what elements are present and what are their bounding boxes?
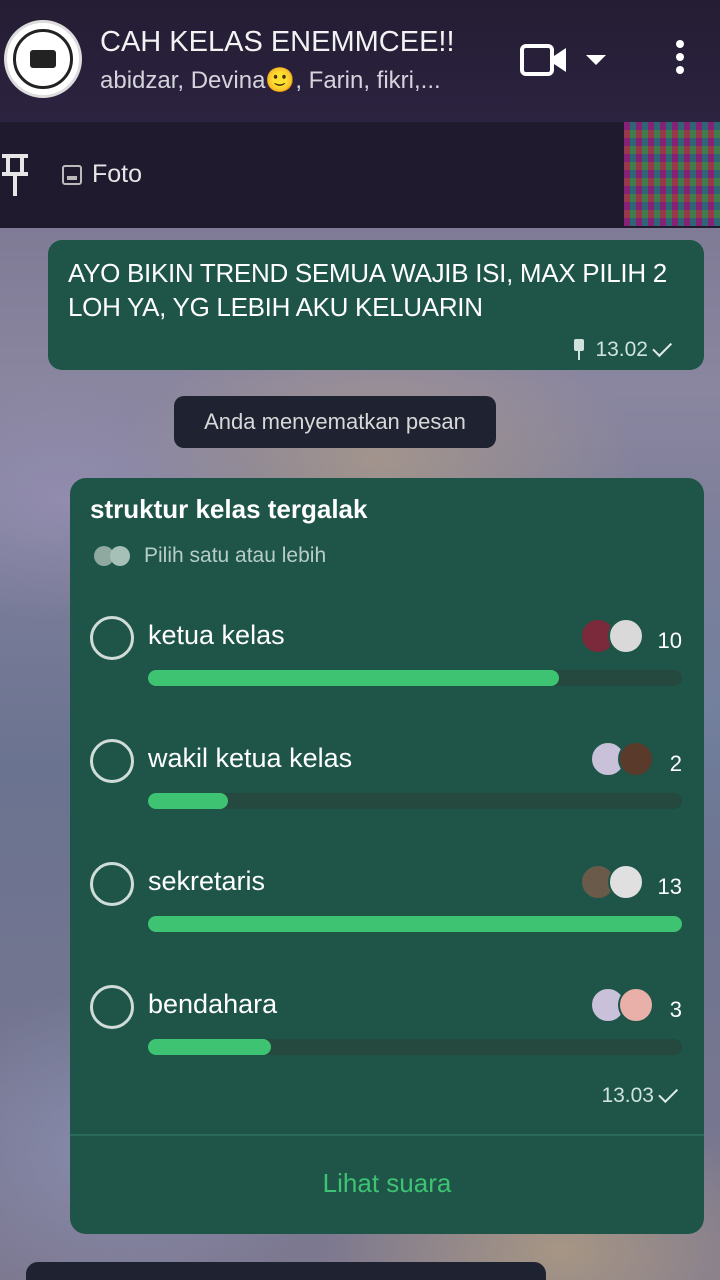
poll-option-radio[interactable] bbox=[90, 985, 134, 1029]
chat-header: CAH KELAS ENEMMCEE!! abidzar, Devina🙂, F… bbox=[0, 0, 720, 122]
pinned-label[interactable]: Foto bbox=[62, 160, 142, 189]
voter-avatars bbox=[580, 864, 646, 902]
group-title[interactable]: CAH KELAS ENEMMCEE!! bbox=[100, 26, 455, 59]
voter-avatars bbox=[580, 618, 646, 656]
poll-option-radio[interactable] bbox=[90, 739, 134, 783]
voter-avatar bbox=[608, 618, 644, 654]
poll-bar-track bbox=[148, 916, 682, 932]
voter-avatar bbox=[618, 741, 654, 777]
next-message-bubble[interactable] bbox=[26, 1262, 546, 1280]
message-meta: 13.02 bbox=[571, 337, 674, 362]
pinned-thumbnail[interactable] bbox=[624, 122, 720, 226]
group-avatar[interactable] bbox=[4, 20, 82, 98]
poll-option-votes: 3 bbox=[669, 997, 682, 1022]
poll-card: struktur kelas tergalak Pilih satu atau … bbox=[70, 478, 704, 1234]
message-time: 13.02 bbox=[595, 338, 648, 361]
message-bubble[interactable]: AYO BIKIN TREND SEMUA WAJIB ISI, MAX PIL… bbox=[48, 240, 704, 370]
system-notice-text: Anda menyematkan pesan bbox=[204, 409, 466, 434]
poll-option-label[interactable]: ketua kelas bbox=[148, 620, 285, 651]
see-votes-button[interactable]: Lihat suara bbox=[70, 1168, 704, 1199]
poll-bar-track bbox=[148, 670, 682, 686]
pin-icon bbox=[571, 339, 587, 361]
voter-avatars bbox=[590, 741, 656, 779]
more-options-icon[interactable] bbox=[670, 40, 690, 80]
poll-option-radio[interactable] bbox=[90, 616, 134, 660]
poll-option-votes: 13 bbox=[657, 874, 682, 899]
poll-bar-track bbox=[148, 1039, 682, 1055]
system-notice: Anda menyematkan pesan bbox=[174, 396, 496, 448]
poll-bar-fill bbox=[148, 1039, 271, 1055]
poll-bar-fill bbox=[148, 793, 229, 809]
voter-avatar bbox=[618, 987, 654, 1023]
poll-option-label[interactable]: wakil ketua kelas bbox=[148, 743, 352, 774]
video-call-icon[interactable] bbox=[520, 42, 568, 78]
poll-hint-text: Pilih satu atau lebih bbox=[144, 544, 327, 567]
poll-bar-fill bbox=[148, 916, 682, 932]
pinned-text: Foto bbox=[92, 160, 143, 188]
poll-bar-track bbox=[148, 793, 682, 809]
poll-time: 13.03 bbox=[601, 1084, 654, 1107]
check-icon bbox=[652, 337, 673, 358]
multi-select-icon bbox=[94, 545, 134, 567]
chevron-down-icon[interactable] bbox=[586, 55, 606, 65]
check-icon bbox=[658, 1083, 679, 1104]
voter-avatars bbox=[590, 987, 656, 1025]
poll-hint: Pilih satu atau lebih bbox=[94, 544, 326, 568]
poll-option-label[interactable]: bendahara bbox=[148, 989, 277, 1020]
poll-option-radio[interactable] bbox=[90, 862, 134, 906]
poll-option-label[interactable]: sekretaris bbox=[148, 866, 265, 897]
poll-question: struktur kelas tergalak bbox=[90, 494, 368, 524]
message-text: AYO BIKIN TREND SEMUA WAJIB ISI, MAX PIL… bbox=[68, 258, 667, 322]
divider bbox=[70, 1134, 704, 1136]
poll-bar-fill bbox=[148, 670, 560, 686]
poll-option-votes: 10 bbox=[657, 628, 682, 653]
poll-option-votes: 2 bbox=[669, 751, 682, 776]
voter-avatar bbox=[608, 864, 644, 900]
poll-meta: 13.03 bbox=[601, 1083, 680, 1108]
group-members[interactable]: abidzar, Devina🙂, Farin, fikri,... bbox=[100, 66, 441, 95]
pin-icon bbox=[2, 154, 28, 196]
photo-icon bbox=[62, 164, 82, 185]
